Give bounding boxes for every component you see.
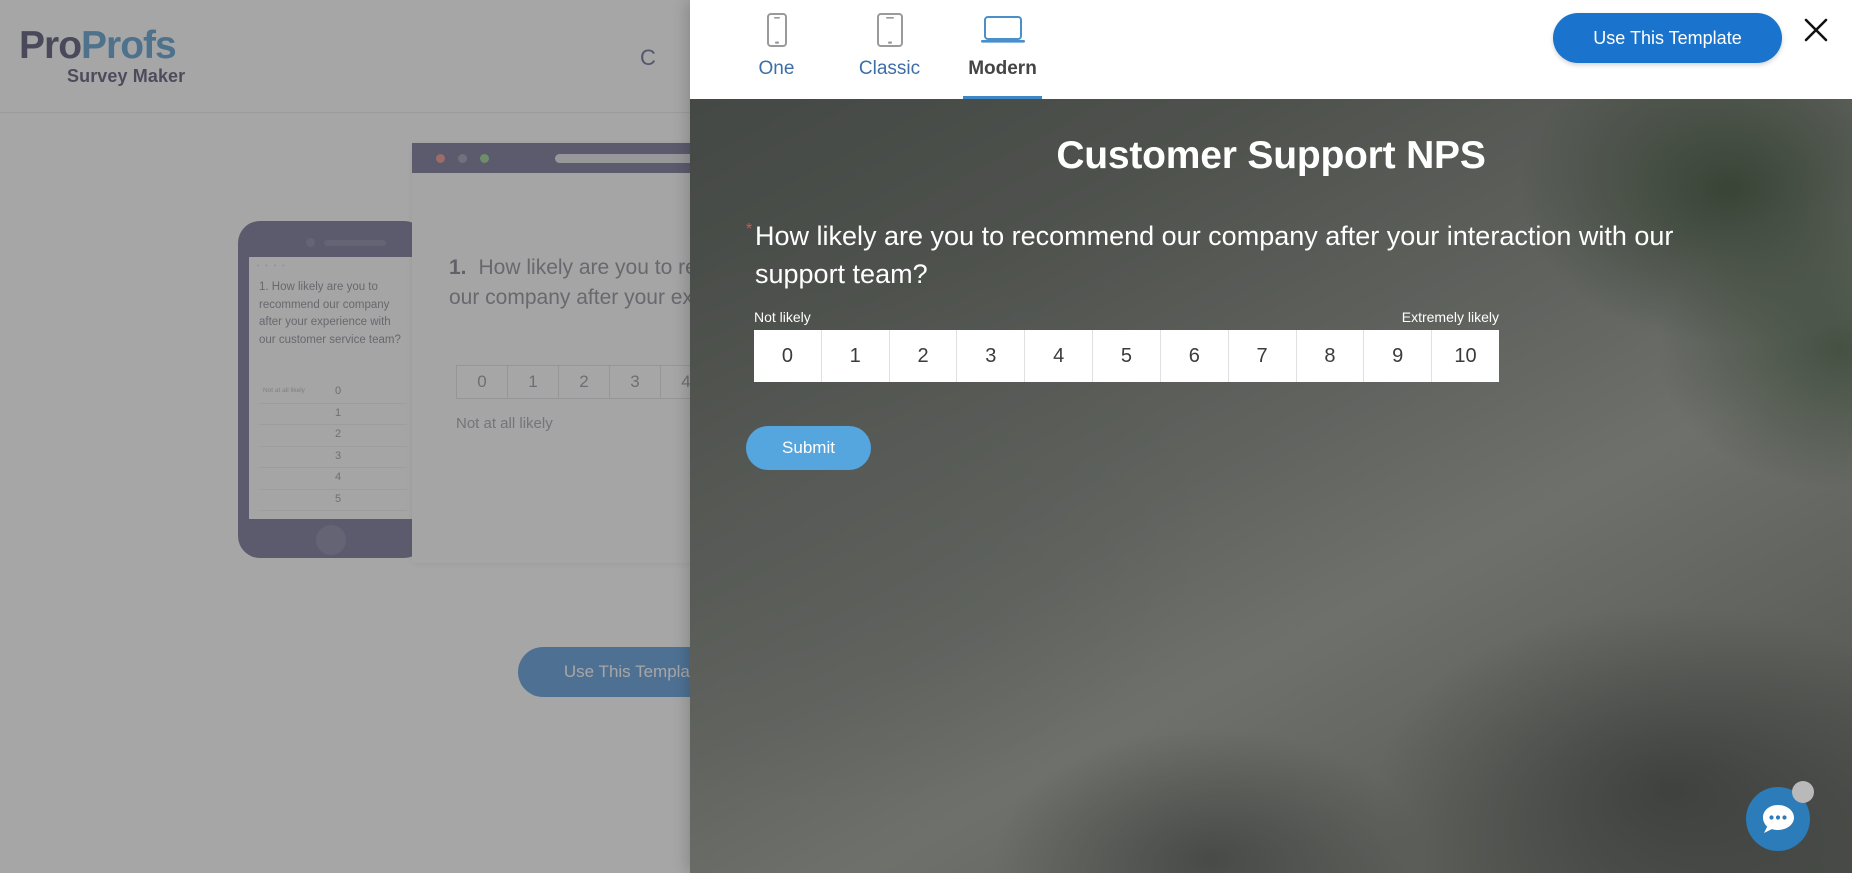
modal-header: One Classic Modern Use This Template (690, 0, 1852, 99)
scale-labels: Not likely Extremely likely (754, 309, 1499, 325)
nps-option-7[interactable]: 7 (1228, 330, 1297, 382)
tab-one[interactable]: One (720, 0, 833, 99)
submit-button[interactable]: Submit (746, 426, 871, 470)
nps-option-8[interactable]: 8 (1296, 330, 1365, 382)
chat-widget[interactable] (1746, 781, 1816, 851)
nps-scale: 0 1 2 3 4 5 6 7 8 9 10 (754, 330, 1499, 382)
template-preview-modal: One Classic Modern Use This Template Cus… (690, 0, 1852, 873)
preview-content: Customer Support NPS * How likely are yo… (690, 99, 1852, 873)
question-block: * How likely are you to recommend our co… (746, 217, 1756, 293)
required-asterisk: * (746, 221, 753, 238)
tab-modern-label: Modern (968, 58, 1037, 79)
use-this-template-button[interactable]: Use This Template (1553, 13, 1782, 63)
survey-title: Customer Support NPS (1056, 134, 1486, 177)
scale-right-label: Extremely likely (1401, 309, 1499, 325)
chat-badge (1792, 781, 1814, 803)
tab-one-label: One (758, 58, 795, 79)
tab-classic[interactable]: Classic (833, 0, 946, 99)
tablet-icon (876, 10, 903, 50)
nps-option-5[interactable]: 5 (1093, 330, 1161, 382)
device-tabs: One Classic Modern (720, 0, 1059, 99)
phone-icon (766, 10, 787, 50)
question-text: * How likely are you to recommend our co… (746, 217, 1756, 293)
question-body: How likely are you to recommend our comp… (755, 221, 1674, 289)
nps-option-4[interactable]: 4 (1025, 330, 1094, 382)
nps-option-3[interactable]: 3 (957, 330, 1026, 382)
nps-option-9[interactable]: 9 (1364, 330, 1433, 382)
survey-preview: Customer Support NPS * How likely are yo… (690, 99, 1852, 873)
nps-option-10[interactable]: 10 (1432, 330, 1499, 382)
laptop-icon (980, 10, 1025, 50)
scale-left-label: Not likely (754, 309, 811, 325)
tab-classic-label: Classic (858, 58, 921, 79)
nps-option-0[interactable]: 0 (754, 330, 822, 382)
close-icon[interactable] (1798, 12, 1834, 48)
tab-modern[interactable]: Modern (946, 0, 1059, 99)
nps-option-6[interactable]: 6 (1160, 330, 1229, 382)
nps-option-2[interactable]: 2 (889, 330, 958, 382)
nps-option-1[interactable]: 1 (821, 330, 890, 382)
